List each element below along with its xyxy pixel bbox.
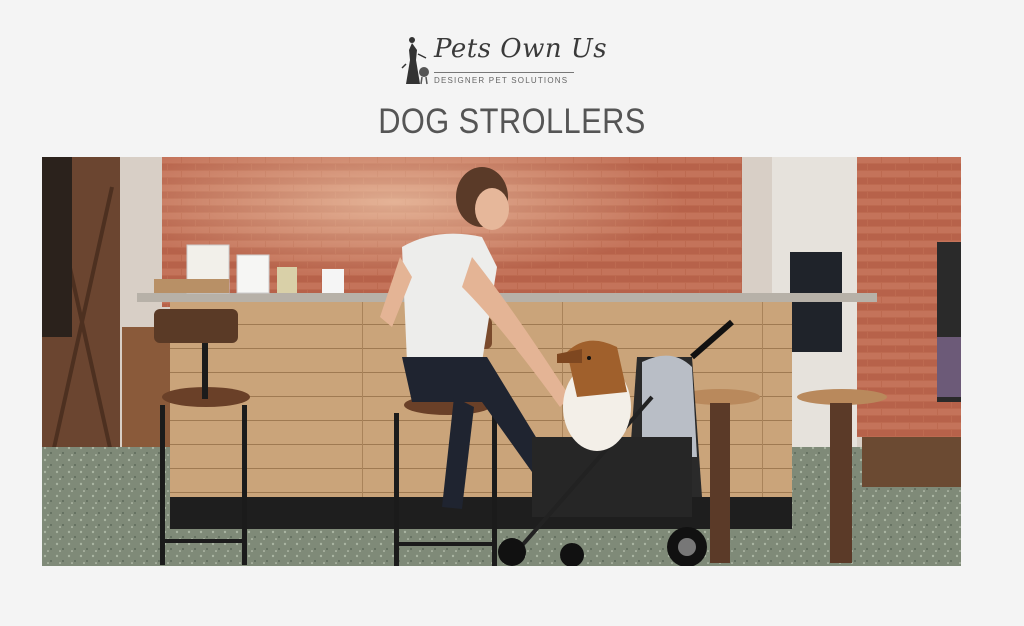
hero-image (42, 157, 961, 566)
brand-tagline: DESIGNER PET SOLUTIONS (434, 76, 569, 85)
logo-divider (434, 72, 574, 73)
brand-logo[interactable]: Pets Own Us DESIGNER PET SOLUTIONS (400, 34, 607, 90)
page-title: DOG STROLLERS (378, 102, 646, 141)
brand-name: Pets Own Us (434, 34, 608, 64)
pet-figure-logo-icon (401, 37, 429, 85)
